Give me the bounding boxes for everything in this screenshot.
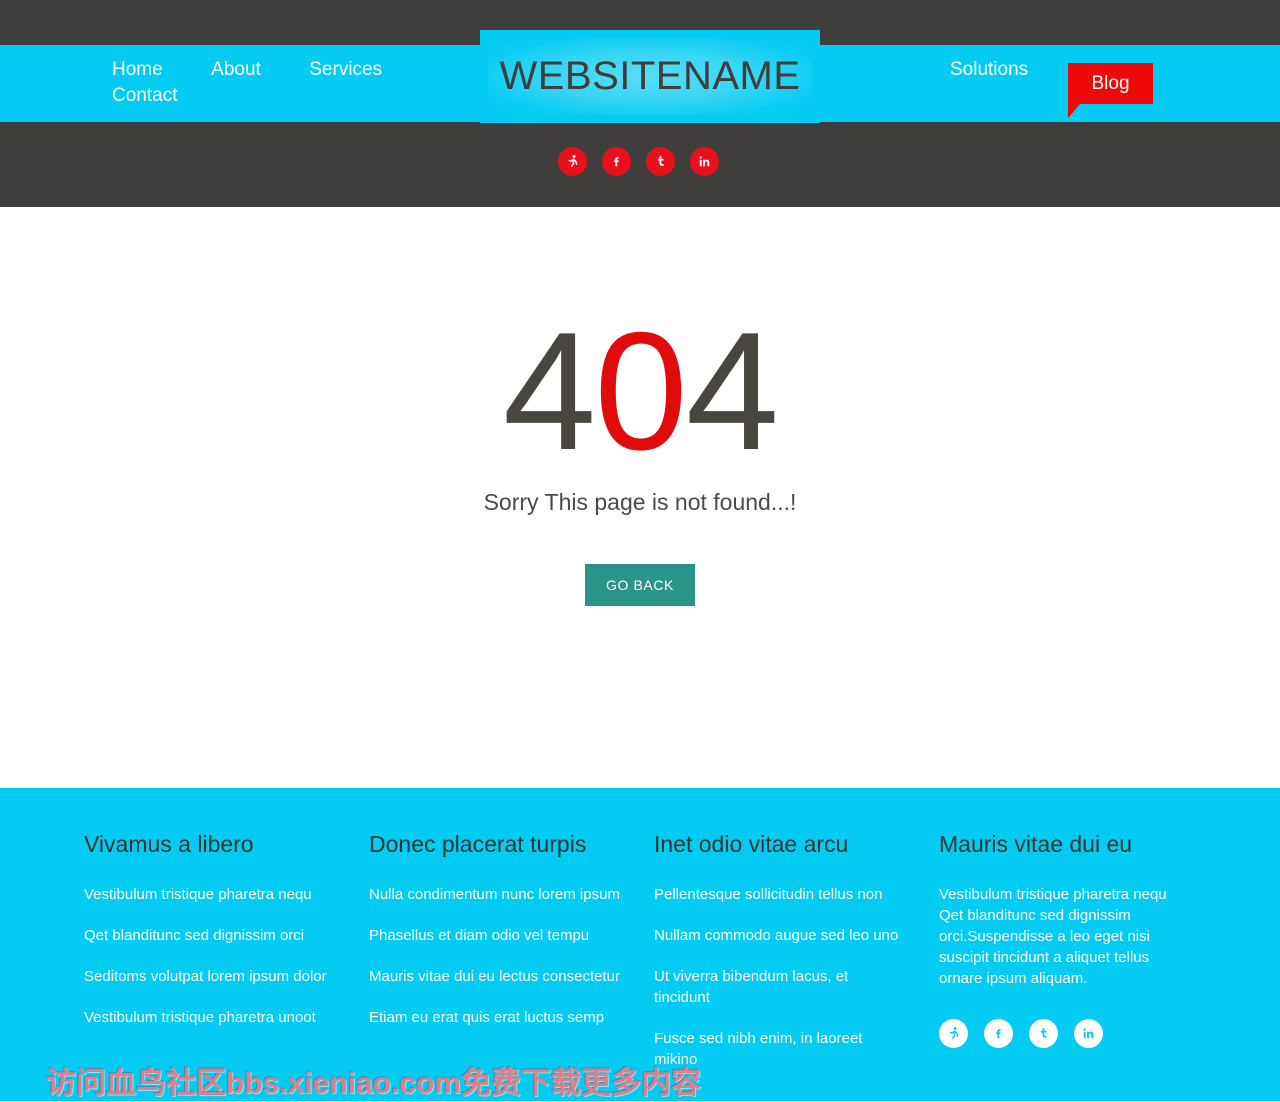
nav-item-about[interactable]: About xyxy=(211,57,261,83)
footer-link[interactable]: Vestibulum tristique pharetra unoot xyxy=(84,1007,336,1028)
facebook-icon[interactable] xyxy=(602,147,631,176)
go-back-button[interactable]: GO BACK xyxy=(585,564,695,606)
list-item: Vestibulum tristique pharetra nequ xyxy=(84,884,369,905)
nav-item-contact[interactable]: Contact xyxy=(112,83,177,109)
main-content-area: 404 Sorry This page is not found...! GO … xyxy=(0,207,1280,788)
site-footer: Vivamus a libero Vestibulum tristique ph… xyxy=(0,788,1280,1101)
footer-column-3-list: Pellentesque sollicitudin tellus non Nul… xyxy=(654,884,939,1070)
footer-column-4-paragraph: Vestibulum tristique pharetra nequ Qet b… xyxy=(939,886,1167,987)
facebook-icon[interactable] xyxy=(984,1019,1013,1048)
footer-social-icon-row xyxy=(939,1019,1196,1048)
error-digit-three: 4 xyxy=(685,297,779,485)
site-logo-text: WEBSITENAME xyxy=(499,54,801,98)
error-message: Sorry This page is not found...! xyxy=(483,489,797,515)
nav-item-services[interactable]: Services xyxy=(309,57,382,83)
list-item: Etiam eu erat quis erat luctus semp xyxy=(369,1007,654,1028)
footer-link[interactable]: Nulla condimentum nunc lorem ipsum xyxy=(369,884,621,905)
list-item: Qet blanditunc sed dignissim orci xyxy=(84,925,369,946)
footer-link[interactable]: Qet blanditunc sed dignissim orci xyxy=(84,925,336,946)
list-item: Vestibulum tristique pharetra unoot xyxy=(84,1007,369,1028)
logo-banner[interactable]: WEBSITENAME xyxy=(480,30,820,123)
list-item: Nullam commodo augue sed leo uno xyxy=(654,925,939,946)
error-digit-one: 4 xyxy=(502,297,596,485)
list-item: Mauris vitae dui eu lectus consectetur xyxy=(369,966,654,987)
footer-column-1-title: Vivamus a libero xyxy=(84,831,254,857)
blog-button[interactable]: Blog xyxy=(1068,63,1153,104)
footer-link[interactable]: Nullam commodo augue sed leo uno xyxy=(654,925,906,946)
nav-links-left: Home About Services Contact xyxy=(112,57,462,109)
list-item: Nulla condimentum nunc lorem ipsum xyxy=(369,884,654,905)
linkedin-icon[interactable] xyxy=(690,147,719,176)
error-code-404: 404 xyxy=(0,307,1280,475)
footer-column-4-title: Mauris vitae dui eu xyxy=(939,831,1133,857)
runner-icon[interactable] xyxy=(939,1019,968,1048)
footer-link[interactable]: Vestibulum tristique pharetra nequ xyxy=(84,884,336,905)
list-item: Seditoms volutpat lorem ipsum dolor xyxy=(84,966,369,987)
footer-column-1-list: Vestibulum tristique pharetra nequ Qet b… xyxy=(84,884,369,1028)
list-item: Ut viverra bibendum lacus, et tincidunt xyxy=(654,966,939,1008)
top-social-strip xyxy=(0,122,1280,207)
list-item: Pellentesque sollicitudin tellus non xyxy=(654,884,939,905)
blog-button-tail xyxy=(1068,104,1080,118)
footer-column-3: Inet odio vitae arcu Pellentesque sollic… xyxy=(654,830,939,1090)
footer-column-3-title: Inet odio vitae arcu xyxy=(654,831,849,857)
twitter-icon[interactable] xyxy=(646,147,675,176)
list-item: Phasellus et diam odio vel tempu xyxy=(369,925,654,946)
footer-link[interactable]: Pellentesque sollicitudin tellus non xyxy=(654,884,906,905)
nav-item-solutions[interactable]: Solutions xyxy=(950,57,1028,83)
footer-link[interactable]: Phasellus et diam odio vel tempu xyxy=(369,925,621,946)
logo-banner-notch-left xyxy=(480,105,510,123)
footer-link[interactable]: Seditoms volutpat lorem ipsum dolor xyxy=(84,966,336,987)
twitter-icon[interactable] xyxy=(1029,1019,1058,1048)
footer-link[interactable]: Etiam eu erat quis erat luctus semp xyxy=(369,1007,621,1028)
linkedin-icon[interactable] xyxy=(1074,1019,1103,1048)
runner-icon[interactable] xyxy=(558,147,587,176)
footer-column-2-title: Donec placerat turpis xyxy=(369,831,587,857)
watermark-text: 访问血鸟社区bbs.xieniao.com免费下载更多内容 xyxy=(46,1067,702,1100)
top-social-icon-row xyxy=(558,147,719,176)
nav-item-home[interactable]: Home xyxy=(112,57,163,83)
footer-columns: Vivamus a libero Vestibulum tristique ph… xyxy=(84,830,1196,1090)
error-digit-zero: 0 xyxy=(594,297,687,485)
footer-column-4: Mauris vitae dui eu Vestibulum tristique… xyxy=(939,830,1196,1090)
footer-link[interactable]: Mauris vitae dui eu lectus consectetur xyxy=(369,966,621,987)
logo-banner-inner: WEBSITENAME xyxy=(488,38,812,115)
footer-link[interactable]: Ut viverra bibendum lacus, et tincidunt xyxy=(654,966,906,1008)
logo-banner-notch-right xyxy=(790,105,820,123)
footer-column-1: Vivamus a libero Vestibulum tristique ph… xyxy=(84,830,369,1090)
footer-column-2: Donec placerat turpis Nulla condimentum … xyxy=(369,830,654,1090)
footer-column-2-list: Nulla condimentum nunc lorem ipsum Phase… xyxy=(369,884,654,1028)
